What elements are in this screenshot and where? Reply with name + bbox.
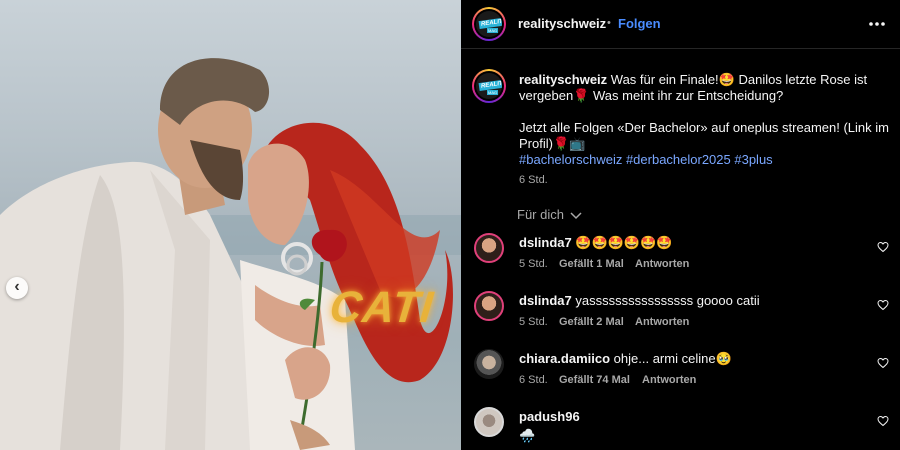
comment-text: yassssssssssssssss goooo catii [575,293,760,308]
comment-username[interactable]: dslinda7 [519,293,572,308]
comment-row: dslinda7 yassssssssssssssss goooo catii [519,293,760,309]
more-horizontal-icon[interactable] [869,21,885,27]
heart-icon[interactable] [877,241,889,253]
caption-time: 6 Std. [519,174,548,186]
comment-likes[interactable]: Gefällt 2 Mal [559,316,624,328]
comment-time: 5 Std. [519,316,548,328]
comment-avatar[interactable] [474,349,504,379]
caption-text-2: Jetzt alle Folgen «Der Bachelor» auf one… [519,120,889,151]
post-image[interactable]: ‹ CATI [0,0,461,450]
caption-hashtags[interactable]: #bachelorschweiz #derbachelor2025 #3plus [519,152,773,168]
comment-avatar[interactable] [474,233,504,263]
brand-logo: REALITY MAG [476,73,502,99]
comment-text: 🌧️ [519,428,536,443]
post-photo [0,58,461,450]
caption-username[interactable]: realityschweiz [519,72,607,87]
comment-username[interactable]: chiara.damiico [519,351,610,366]
comment-reply-button[interactable]: Antworten [635,316,689,328]
caption-body: realityschweiz Was für ein Finale!🤩 Dani… [519,72,889,104]
comment-time: 5 Std. [519,258,548,270]
comment-row: dslinda7 🤩🤩🤩🤩🤩🤩 [519,235,673,251]
comment-reply-button[interactable]: Antworten [635,258,689,270]
overlay-name-text: CATI [327,283,437,332]
chevron-left-icon: ‹ [14,278,20,295]
comment-likes[interactable]: Gefällt 74 Mal [559,374,630,386]
comment-username[interactable]: padush96 [519,409,580,424]
comment-row: chiara.damiico ohje... armi celine🥹 [519,351,732,367]
comment-likes[interactable]: Gefällt 1 Mal [559,258,624,270]
comment-avatar[interactable] [474,407,504,437]
comment-text: ohje... armi celine🥹 [613,351,732,366]
author-avatar[interactable]: REALITY MAG [472,7,506,41]
comment-filter[interactable]: Für dich [517,207,582,222]
caption-avatar[interactable]: REALITY MAG [472,69,506,103]
chevron-down-icon [570,212,582,219]
comment-reply-button[interactable]: Antworten [642,374,696,386]
heart-icon[interactable] [877,415,889,427]
heart-icon[interactable] [877,299,889,311]
heart-icon[interactable] [877,357,889,369]
author-username[interactable]: realityschweiz [518,16,606,31]
post-sidebar: REALITY MAG realityschweiz • Folgen REALI… [461,0,900,450]
follow-button[interactable]: Folgen [618,16,661,31]
comment-filter-label: Für dich [517,207,564,222]
post-header: REALITY MAG realityschweiz • Folgen [461,0,900,49]
header-separator: • [607,17,611,29]
comment-time: 6 Std. [519,374,548,386]
carousel-prev-button[interactable]: ‹ [6,277,28,299]
brand-logo: REALITY MAG [476,11,502,37]
comment-avatar[interactable] [474,291,504,321]
comment-row: padush96 [519,409,580,425]
comment-username[interactable]: dslinda7 [519,235,572,250]
comment-text: 🤩🤩🤩🤩🤩🤩 [575,235,673,250]
